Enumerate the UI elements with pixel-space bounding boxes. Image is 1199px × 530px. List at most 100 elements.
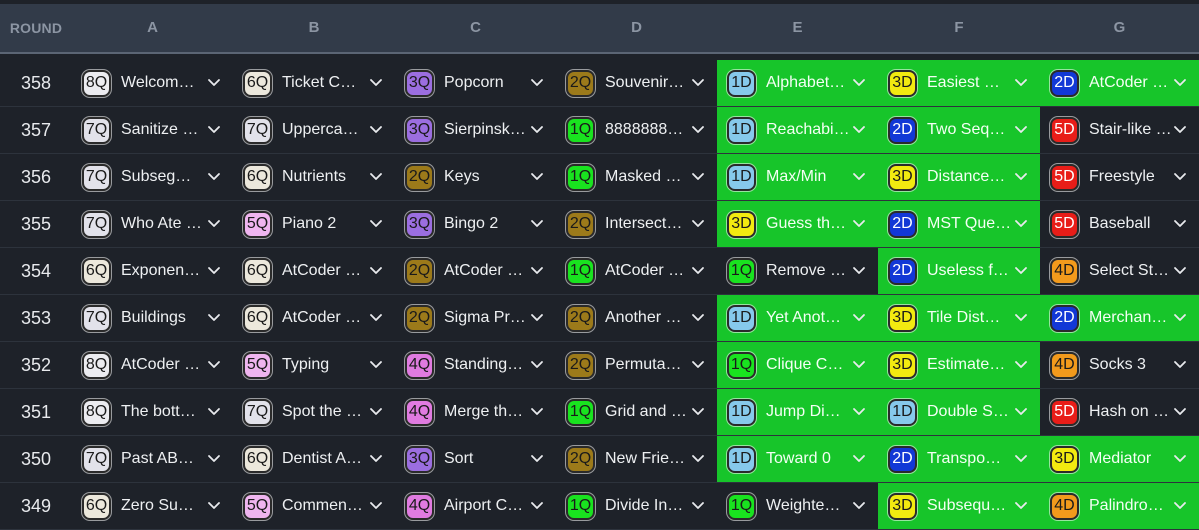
problem-name[interactable]: AtCoder … [444,262,528,280]
problem-cell-c[interactable]: 3Q Sort [395,436,556,482]
problem-name[interactable]: Bingo 2 [444,215,528,233]
chevron-down-icon[interactable] [691,451,705,465]
problem-name[interactable]: Useless f… [927,262,1011,280]
chevron-down-icon[interactable] [1014,357,1028,371]
problem-cell-b[interactable]: 6Q Nutrients [233,154,395,200]
chevron-down-icon[interactable] [691,169,705,183]
problem-name[interactable]: Dentist A… [282,450,366,468]
problem-name[interactable]: Sanitize … [121,121,205,139]
problem-cell-d[interactable]: 2Q Souvenir… [556,60,717,106]
problem-cell-a[interactable]: 6Q Exponen… [72,248,233,294]
chevron-down-icon[interactable] [369,451,383,465]
problem-cell-e[interactable]: 1D Reachabi… [717,107,878,153]
chevron-down-icon[interactable] [369,310,383,324]
chevron-down-icon[interactable] [1173,122,1187,136]
problem-name[interactable]: Divide In… [605,497,689,515]
chevron-down-icon[interactable] [207,404,221,418]
chevron-down-icon[interactable] [530,122,544,136]
chevron-down-icon[interactable] [691,310,705,324]
problem-name[interactable]: Standing… [444,356,528,374]
problem-cell-g[interactable]: 5D Stair-like … [1040,107,1199,153]
problem-cell-c[interactable]: 4Q Merge th… [395,389,556,435]
chevron-down-icon[interactable] [207,263,221,277]
problem-cell-b[interactable]: 6Q Ticket C… [233,60,395,106]
problem-name[interactable]: AtCoder … [605,262,689,280]
problem-name[interactable]: Remove … [766,262,850,280]
problem-cell-b[interactable]: 6Q AtCoder … [233,295,395,341]
chevron-down-icon[interactable] [1014,216,1028,230]
round-number[interactable]: 353 [0,295,72,341]
problem-name[interactable]: Permuta… [605,356,689,374]
chevron-down-icon[interactable] [369,75,383,89]
chevron-down-icon[interactable] [369,357,383,371]
problem-cell-g[interactable]: 5D Baseball [1040,201,1199,247]
chevron-down-icon[interactable] [530,498,544,512]
chevron-down-icon[interactable] [1173,310,1187,324]
chevron-down-icon[interactable] [1173,263,1187,277]
problem-name[interactable]: Zero Su… [121,497,205,515]
problem-name[interactable]: Who Ate … [121,215,205,233]
problem-name[interactable]: Souvenir… [605,74,689,92]
column-header-b[interactable]: B [233,4,395,52]
chevron-down-icon[interactable] [207,169,221,183]
problem-name[interactable]: Exponen… [121,262,205,280]
chevron-down-icon[interactable] [852,122,866,136]
problem-cell-c[interactable]: 2Q AtCoder … [395,248,556,294]
problem-name[interactable]: New Frie… [605,450,689,468]
chevron-down-icon[interactable] [691,216,705,230]
problem-cell-a[interactable]: 7Q Who Ate … [72,201,233,247]
problem-cell-c[interactable]: 4Q Standing… [395,342,556,388]
problem-cell-a[interactable]: 8Q The bott… [72,389,233,435]
round-number[interactable]: 356 [0,154,72,200]
problem-cell-f[interactable]: 1D Double S… [878,389,1040,435]
chevron-down-icon[interactable] [369,404,383,418]
problem-cell-g[interactable]: 4D Socks 3 [1040,342,1199,388]
chevron-down-icon[interactable] [530,451,544,465]
problem-name[interactable]: Double S… [927,403,1011,421]
chevron-down-icon[interactable] [530,263,544,277]
chevron-down-icon[interactable] [369,216,383,230]
problem-cell-c[interactable]: 3Q Bingo 2 [395,201,556,247]
chevron-down-icon[interactable] [369,122,383,136]
problem-name[interactable]: Two Seq… [927,121,1011,139]
chevron-down-icon[interactable] [369,498,383,512]
problem-name[interactable]: Reachabi… [766,121,850,139]
chevron-down-icon[interactable] [207,75,221,89]
problem-cell-a[interactable]: 6Q Zero Su… [72,483,233,529]
problem-name[interactable]: AtCoder … [1089,74,1173,92]
problem-name[interactable]: Merchan… [1089,309,1173,327]
problem-name[interactable]: Typing [282,356,366,374]
problem-name[interactable]: Intersect… [605,215,689,233]
problem-name[interactable]: Palindro… [1089,497,1173,515]
chevron-down-icon[interactable] [530,169,544,183]
problem-name[interactable]: AtCoder … [282,262,366,280]
problem-name[interactable]: Past AB… [121,450,205,468]
chevron-down-icon[interactable] [691,75,705,89]
problem-cell-f[interactable]: 3D Subsequ… [878,483,1040,529]
round-number[interactable]: 357 [0,107,72,153]
problem-name[interactable]: Keys [444,168,528,186]
problem-cell-d[interactable]: 2Q Permuta… [556,342,717,388]
problem-cell-c[interactable]: 2Q Keys [395,154,556,200]
chevron-down-icon[interactable] [530,75,544,89]
column-header-d[interactable]: D [556,4,717,52]
chevron-down-icon[interactable] [1173,451,1187,465]
chevron-down-icon[interactable] [530,404,544,418]
problem-cell-d[interactable]: 2Q Intersect… [556,201,717,247]
chevron-down-icon[interactable] [1014,451,1028,465]
problem-cell-e[interactable]: 1D Toward 0 [717,436,878,482]
problem-name[interactable]: Weighte… [766,497,850,515]
problem-cell-d[interactable]: 1Q 8888888… [556,107,717,153]
problem-cell-f[interactable]: 3D Easiest … [878,60,1040,106]
problem-name[interactable]: Upperca… [282,121,366,139]
chevron-down-icon[interactable] [1014,169,1028,183]
round-number[interactable]: 352 [0,342,72,388]
chevron-down-icon[interactable] [691,263,705,277]
chevron-down-icon[interactable] [1014,310,1028,324]
problem-name[interactable]: Welcom… [121,74,205,92]
problem-name[interactable]: Distance… [927,168,1011,186]
problem-cell-b[interactable]: 7Q Spot the … [233,389,395,435]
chevron-down-icon[interactable] [1173,75,1187,89]
problem-name[interactable]: Hash on … [1089,403,1173,421]
problem-name[interactable]: The bott… [121,403,205,421]
